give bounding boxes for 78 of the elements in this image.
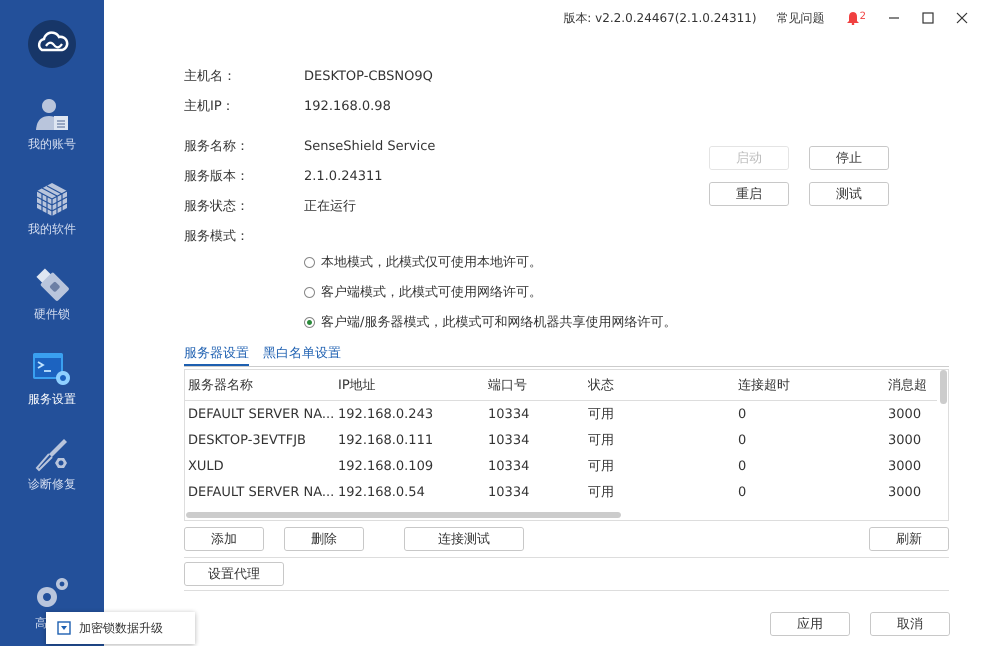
- table-cell-text: 可用: [588, 406, 615, 423]
- table-cell-text: 10334: [488, 484, 530, 500]
- field-value: SenseShield Service: [304, 138, 436, 154]
- table-cell-text: 192.168.0.111: [338, 432, 434, 448]
- table-cell-text: 3000: [888, 458, 922, 474]
- table-cell-text: 可用: [588, 432, 615, 449]
- table-cell-text: 3000: [888, 484, 922, 500]
- notification-count: 2: [860, 11, 866, 22]
- field-label: 主机IP：: [184, 98, 236, 115]
- service-button[interactable]: 重启: [709, 182, 789, 206]
- table-cell-text: 可用: [588, 458, 615, 475]
- sidebar-item[interactable]: 服务设置: [28, 351, 76, 436]
- footer-button[interactable]: 取消: [870, 612, 950, 636]
- field-value: 2.1.0.24311: [304, 168, 383, 184]
- sidebar-item[interactable]: 我的软件: [28, 181, 76, 266]
- proxy-button[interactable]: 设置代理: [184, 562, 284, 586]
- cube-icon: [35, 181, 69, 217]
- maximize-icon[interactable]: [922, 12, 934, 24]
- field-value: 正在运行: [304, 198, 356, 215]
- column-header: 消息超: [888, 377, 928, 394]
- service-button[interactable]: 停止: [809, 146, 889, 170]
- notification-button[interactable]: 2: [846, 11, 866, 25]
- field-label: 服务名称：: [184, 138, 250, 155]
- column-header: 连接超时: [738, 377, 791, 394]
- table-cell-text: 可用: [588, 484, 615, 501]
- field-value: DESKTOP-CBSNO9Q: [304, 68, 433, 84]
- column-header: 状态: [588, 377, 615, 394]
- table-cell-text: 10334: [488, 458, 530, 474]
- sidebar-item[interactable]: 高: [34, 575, 70, 632]
- radio-option[interactable]: 客户端模式，此模式可使用网络许可。: [304, 277, 709, 307]
- table-cell-text: XULD: [188, 458, 225, 474]
- column-header: IP地址: [338, 377, 377, 394]
- field-label: 主机名：: [184, 68, 237, 85]
- terminal-gear-icon: [32, 351, 72, 387]
- table-button[interactable]: 添加: [184, 527, 264, 551]
- field-value: 192.168.0.98: [304, 98, 391, 114]
- table-cell-text: 10334: [488, 432, 530, 448]
- sidebar-item[interactable]: 我的账号: [28, 96, 76, 181]
- version-text: 版本: v2.2.0.24467(2.1.0.24311): [563, 10, 757, 26]
- bell-icon: [846, 11, 859, 25]
- table-button[interactable]: 连接测试: [404, 527, 524, 551]
- table-cell-text: 0: [738, 406, 748, 422]
- field-label: 服务模式：: [184, 228, 250, 245]
- usb-drive-icon: [34, 266, 70, 302]
- table-cell-text: 0: [738, 484, 748, 500]
- cloud-logo-icon: [28, 20, 76, 68]
- vertical-scrollbar[interactable]: [940, 370, 947, 404]
- table-cell-text: 192.168.0.243: [338, 406, 434, 422]
- table-cell-text: DEFAULT SERVER NA...: [188, 406, 336, 422]
- table-cell-text: 0: [738, 432, 748, 448]
- radio-option[interactable]: 本地模式，此模式仅可使用本地许可。: [304, 247, 709, 277]
- column-header: 服务器名称: [188, 377, 254, 394]
- tab[interactable]: 黑白名单设置: [263, 344, 341, 366]
- horizontal-scrollbar[interactable]: [186, 512, 621, 518]
- table-cell-text: 10334: [488, 406, 530, 422]
- sidebar-item[interactable]: 诊断修复: [28, 436, 76, 521]
- table-cell-text: DEFAULT SERVER NA...: [188, 484, 336, 500]
- footer-button[interactable]: 应用: [770, 612, 850, 636]
- field-label: 服务版本：: [184, 168, 250, 185]
- screwdriver-nut-icon: [34, 436, 70, 472]
- radio-option[interactable]: 客户端/服务器模式，此模式可和网络机器共享使用网络许可。: [304, 307, 709, 337]
- service-button[interactable]: 测试: [809, 182, 889, 206]
- field-label: 服务状态：: [184, 198, 250, 215]
- faq-link[interactable]: 常见问题: [776, 10, 825, 26]
- table-button[interactable]: 刷新: [869, 527, 949, 551]
- table-cell-text: 192.168.0.54: [338, 484, 426, 500]
- table-cell-text: 192.168.0.109: [338, 458, 434, 474]
- table-cell-text: 0: [738, 458, 748, 474]
- sidebar-item[interactable]: 硬件锁: [34, 266, 70, 351]
- close-icon[interactable]: [956, 12, 968, 24]
- tab[interactable]: 服务器设置: [184, 344, 249, 366]
- table-cell-text: 3000: [888, 406, 922, 422]
- table-cell-text: 3000: [888, 432, 922, 448]
- table-cell-text: DESKTOP-3EVTFJB: [188, 432, 307, 448]
- download-box-icon: [57, 621, 71, 635]
- column-header: 端口号: [488, 377, 528, 394]
- user-card-icon: [34, 96, 70, 132]
- table-button[interactable]: 删除: [284, 527, 364, 551]
